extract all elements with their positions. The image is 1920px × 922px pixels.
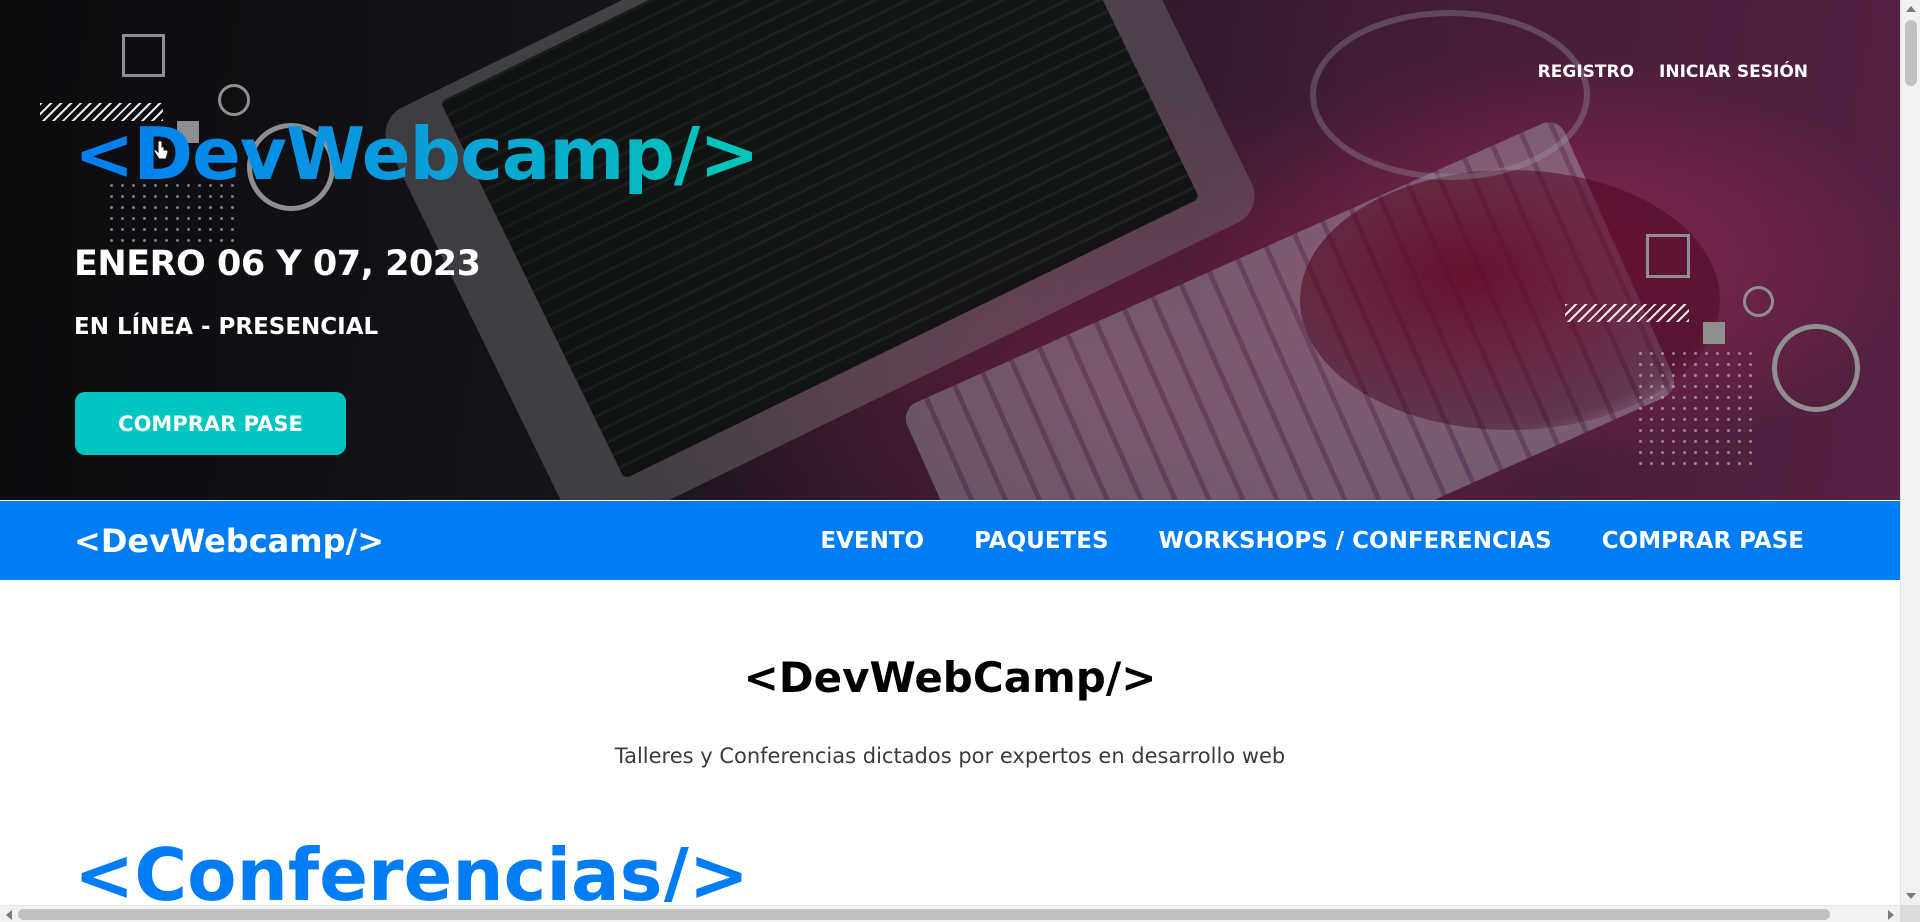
scroll-left-arrow-icon[interactable]: [6, 910, 12, 920]
hero-header: <DevWebcamp/> ENERO 06 Y 07, 2023 EN LÍN…: [0, 0, 1900, 500]
event-mode: EN LÍNEA - PRESENCIAL: [74, 314, 379, 340]
scroll-down-arrow-icon[interactable]: [1906, 893, 1916, 899]
hand-cursor-icon: [153, 140, 169, 160]
vertical-scrollbar[interactable]: [1900, 0, 1920, 905]
decor-square-outline: [1646, 234, 1690, 278]
scroll-right-arrow-icon[interactable]: [1888, 910, 1894, 920]
login-link[interactable]: INICIAR SESIÓN: [1659, 62, 1808, 82]
nav-item-comprar-pase[interactable]: COMPRAR PASE: [1602, 528, 1804, 554]
page-description: Talleres y Conferencias dictados por exp…: [614, 744, 1286, 768]
decor-square-outline: [122, 34, 165, 77]
nav-item-evento[interactable]: EVENTO: [820, 528, 924, 554]
hero-logo[interactable]: <DevWebcamp/>: [74, 112, 760, 196]
vertical-scroll-thumb[interactable]: [1905, 20, 1917, 86]
decor-dot-grid: [1635, 348, 1753, 470]
buy-pass-button[interactable]: COMPRAR PASE: [75, 392, 346, 455]
page-title: <DevWebCamp/>: [743, 653, 1157, 702]
horizontal-scroll-thumb[interactable]: [18, 909, 1830, 920]
decor-circle-small: [1743, 286, 1774, 317]
register-link[interactable]: REGISTRO: [1538, 62, 1634, 82]
horizontal-scrollbar[interactable]: [0, 905, 1900, 922]
event-date: ENERO 06 Y 07, 2023: [74, 244, 481, 284]
auth-links: REGISTRO INICIAR SESIÓN: [1538, 62, 1808, 82]
decor-circle-large: [1772, 324, 1860, 412]
nav-item-paquetes[interactable]: PAQUETES: [974, 528, 1108, 554]
scroll-up-arrow-icon[interactable]: [1906, 6, 1916, 12]
nav-item-workshops-conferencias[interactable]: WORKSHOPS / CONFERENCIAS: [1159, 528, 1552, 554]
main-navbar: <DevWebcamp/> EVENTO PAQUETES WORKSHOPS …: [0, 501, 1900, 580]
section-title-conferencias: <Conferencias/>: [74, 833, 750, 902]
decor-square-filled: [1703, 322, 1725, 344]
decor-stripes: [1565, 304, 1689, 322]
navbar-logo[interactable]: <DevWebcamp/>: [74, 522, 384, 560]
scrollbar-corner: [1900, 905, 1920, 922]
navbar-links: EVENTO PAQUETES WORKSHOPS / CONFERENCIAS…: [820, 528, 1804, 554]
